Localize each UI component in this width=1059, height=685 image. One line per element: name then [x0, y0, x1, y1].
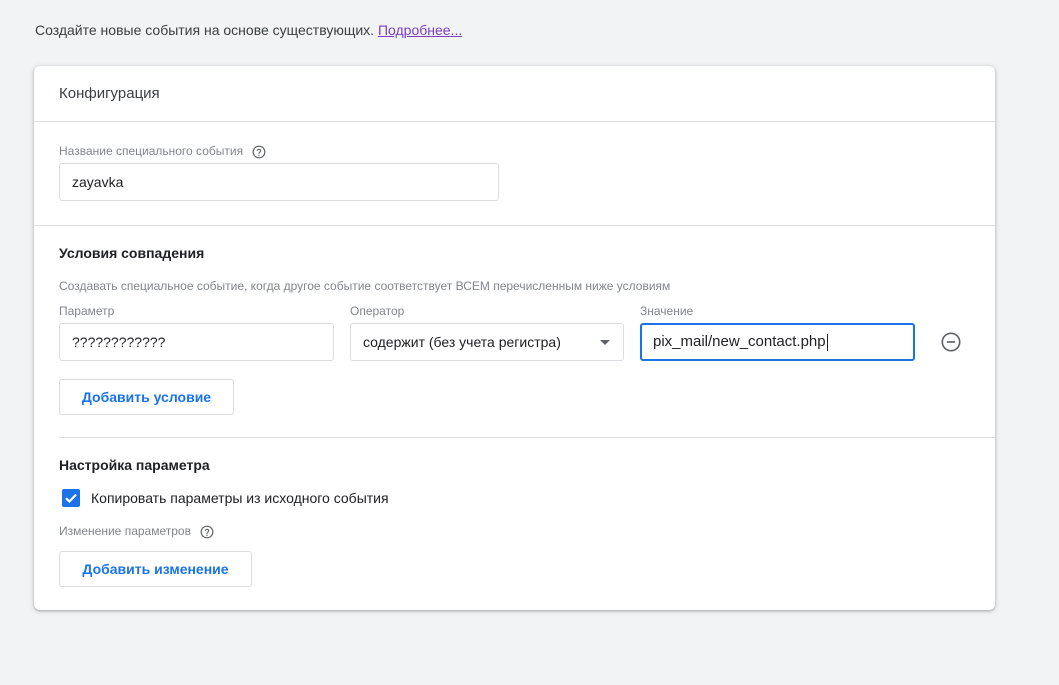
param-changes-label: Изменение параметров [59, 523, 214, 539]
operator-label: Оператор [350, 304, 405, 318]
event-name-label-text: Название специального события [59, 144, 244, 158]
intro-description: Создайте новые события на основе существ… [35, 22, 375, 38]
parameter-label: Параметр [59, 304, 115, 318]
text-cursor [826, 333, 828, 351]
dropdown-arrow-icon [600, 340, 610, 345]
learn-more-link[interactable]: Подробнее... [378, 22, 462, 38]
help-icon[interactable] [252, 145, 266, 159]
copy-params-checkbox[interactable] [62, 489, 80, 507]
operator-selected-value: содержит (без учета регистра) [363, 334, 561, 350]
card-header: Конфигурация [34, 66, 995, 122]
add-change-button[interactable]: Добавить изменение [59, 551, 252, 587]
conditions-description: Создавать специальное событие, когда дру… [59, 279, 671, 293]
conditions-title: Условия совпадения [59, 245, 205, 261]
help-icon[interactable] [200, 525, 214, 539]
params-title: Настройка параметра [59, 457, 210, 473]
card-title: Конфигурация [59, 85, 160, 102]
value-input[interactable]: pix_mail/new_contact.php [640, 323, 915, 361]
add-condition-button[interactable]: Добавить условие [59, 379, 234, 415]
param-changes-label-text: Изменение параметров [59, 524, 191, 538]
event-name-label: Название специального события [59, 143, 266, 159]
checkmark-icon [65, 493, 77, 504]
event-name-input[interactable]: zayavka [59, 163, 499, 201]
value-input-text: pix_mail/new_contact.php [653, 333, 826, 350]
parameter-input[interactable]: ???????????? [59, 323, 334, 361]
divider [59, 437, 995, 438]
divider [34, 225, 995, 226]
value-label: Значение [640, 304, 694, 318]
operator-select[interactable]: содержит (без учета регистра) [350, 323, 624, 361]
copy-params-label[interactable]: Копировать параметры из исходного событи… [91, 489, 389, 507]
intro-text: Создайте новые события на основе существ… [35, 20, 462, 40]
remove-condition-icon[interactable] [940, 331, 962, 353]
configuration-card: Конфигурация Название специального событ… [34, 66, 995, 610]
